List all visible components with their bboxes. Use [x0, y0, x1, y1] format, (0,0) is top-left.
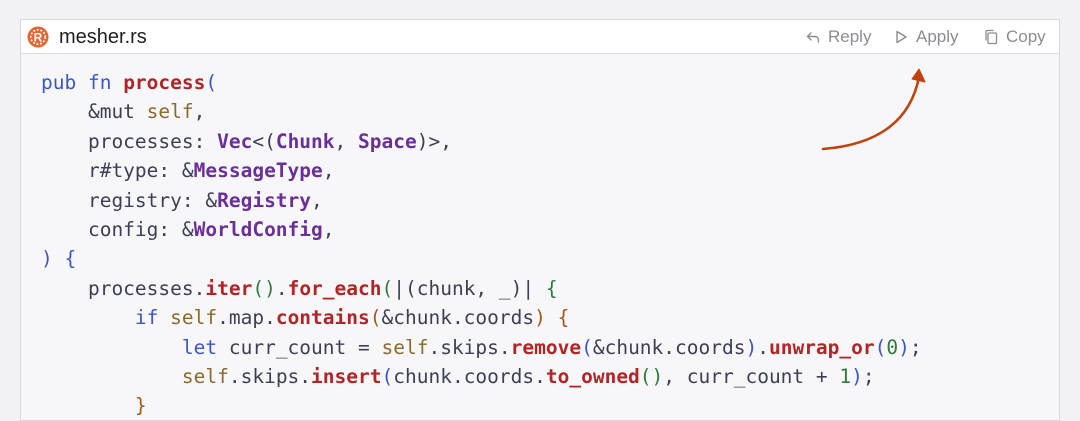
code-token: 1: [839, 364, 852, 388]
reply-label: Reply: [828, 27, 872, 46]
reply-button[interactable]: Reply: [805, 26, 871, 48]
code-token: unwrap_or: [768, 335, 875, 359]
code-token: (): [639, 364, 664, 388]
code-token: .map.: [217, 306, 276, 330]
code-token: WorldConfig: [193, 217, 323, 241]
copy-icon: [985, 29, 998, 45]
code-token: ): [41, 247, 53, 271]
code-token: (: [369, 306, 382, 330]
apply-label: Apply: [916, 27, 959, 46]
code-token: contains: [275, 306, 370, 330]
code-token: <(: [252, 129, 276, 153]
code-line: processes.iter().for_each(|(chunk, _)| {: [41, 274, 1059, 303]
code-token: (): [252, 276, 276, 300]
code-token: Vec: [217, 129, 253, 153]
apply-button[interactable]: Apply: [893, 26, 959, 48]
code-token: .: [275, 276, 288, 300]
play-icon: [896, 30, 907, 44]
code-token: remove: [510, 335, 582, 359]
code-token: , curr_count +: [663, 364, 840, 388]
code-token: config: &: [41, 217, 194, 241]
code-token: curr_count =: [228, 335, 382, 359]
code-token: (: [874, 335, 887, 359]
code-token: .skips.: [228, 364, 312, 388]
code-line: let curr_count = self.skips.remove(&chun…: [41, 333, 1059, 362]
code-token: (: [205, 71, 218, 94]
code-line: r#type: &MessageType,: [41, 156, 1059, 185]
code-token: ): [851, 364, 863, 388]
code-token: (: [581, 335, 593, 359]
code-token: ,: [334, 129, 359, 153]
code-token: Space: [358, 129, 417, 153]
code-token: pub fn: [41, 71, 124, 94]
code-token: self: [146, 100, 194, 124]
code-token: Chunk: [275, 129, 335, 153]
reply-icon: [806, 32, 820, 43]
code-token: }: [134, 394, 147, 418]
code-token: to_owned: [545, 364, 640, 388]
code-line: }: [41, 391, 1059, 420]
code-token: &mut: [41, 100, 147, 124]
code-token: self: [381, 335, 429, 359]
rust-logo-icon: R: [27, 26, 49, 48]
code-token: ): [745, 335, 758, 359]
code-token: for_each: [287, 276, 382, 300]
code-token: ): [534, 306, 546, 330]
code-token: ): [898, 335, 910, 359]
code-block-header: R mesher.rs Reply Apply Copy: [21, 20, 1059, 54]
code-token: processes:: [41, 129, 218, 153]
code-token: )>,: [416, 129, 452, 153]
code-token: {: [557, 306, 570, 330]
code-token: ,: [322, 159, 335, 183]
code-token: (: [381, 276, 394, 300]
code-token: self: [170, 306, 218, 330]
svg-text:R: R: [34, 30, 43, 44]
code-token: chunk.coords.: [393, 364, 546, 388]
code-token: processes.: [41, 276, 206, 300]
copy-label: Copy: [1006, 27, 1046, 46]
code-token: self: [181, 364, 229, 388]
code-line: self.skips.insert(chunk.coords.to_owned(…: [41, 362, 1059, 391]
code-line: ) {: [41, 244, 1059, 273]
code-token: ;: [862, 364, 875, 388]
code-token: Registry: [217, 188, 312, 212]
code-token: if: [134, 306, 171, 330]
annotation-arrow-icon: [821, 68, 926, 151]
code-token: let: [181, 335, 229, 359]
code-token: ,: [193, 100, 206, 124]
code-token: &chunk.coords: [381, 306, 535, 330]
code-token: insert: [311, 364, 382, 388]
code-token: &chunk.coords: [592, 335, 746, 359]
code-token: process: [123, 71, 206, 94]
code-token: MessageType: [193, 159, 323, 183]
code-line: config: &WorldConfig,: [41, 215, 1059, 244]
code-token: 0: [886, 335, 899, 359]
code-token: r#type: &: [41, 159, 194, 183]
code-token: registry: &: [41, 188, 218, 212]
code-token: ,: [322, 217, 335, 241]
code-token: ;: [909, 335, 922, 359]
code-line: registry: &Registry,: [41, 186, 1059, 215]
code-line: if self.map.contains(&chunk.coords) {: [41, 303, 1059, 332]
code-token: .skips.: [428, 335, 511, 359]
copy-button[interactable]: Copy: [983, 26, 1046, 48]
code-token: {: [545, 276, 558, 300]
code-token: iter: [205, 276, 253, 300]
code-token: ,: [311, 188, 323, 212]
code-token: {: [64, 247, 77, 271]
file-name: mesher.rs: [59, 26, 147, 48]
code-token: |(chunk, _)|: [393, 276, 546, 300]
code-token: (: [381, 364, 394, 388]
code-token: .: [757, 335, 769, 359]
